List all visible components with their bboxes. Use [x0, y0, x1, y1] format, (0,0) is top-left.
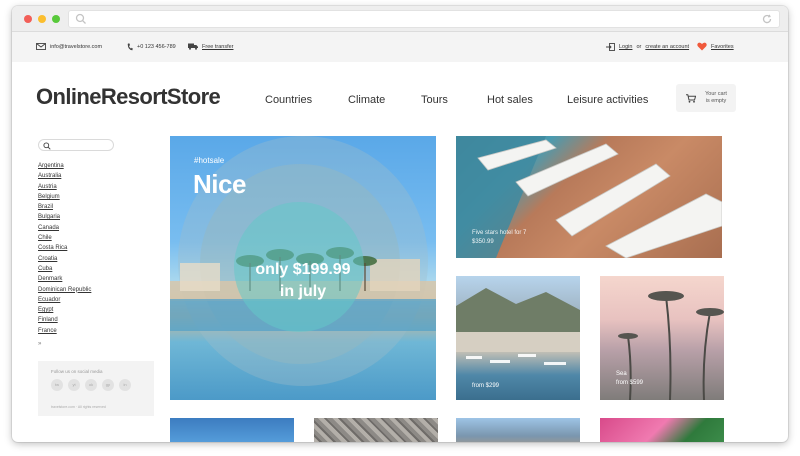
login-icon — [606, 43, 615, 51]
instagram-icon[interactable]: in — [119, 379, 131, 391]
browser-toolbar — [12, 6, 788, 32]
list-item: Denmark — [38, 274, 91, 284]
nav-climate[interactable]: Climate — [348, 94, 385, 106]
country-link[interactable]: Croatia — [38, 256, 57, 262]
offer-tile[interactable] — [170, 418, 294, 442]
country-link[interactable]: Bulgaria — [38, 214, 60, 220]
country-link[interactable]: Australia — [38, 173, 61, 179]
close-window-button[interactable] — [24, 15, 32, 23]
favorites-text: Favorites — [711, 43, 734, 50]
pool-hotel-tile[interactable]: Five stars hotel for 7 $350.99 — [456, 136, 722, 258]
phone-contact[interactable]: +0 123 456-789 — [127, 43, 176, 51]
email-contact[interactable]: info@travelstore.com — [36, 43, 102, 50]
list-item: Dominican Republic — [38, 285, 91, 295]
list-item: Belgium — [38, 192, 91, 202]
country-link[interactable]: Austria — [38, 184, 57, 190]
phone-icon — [127, 43, 133, 51]
country-list: Argentina Australia Austria Belgium Braz… — [38, 161, 91, 336]
email-text: info@travelstore.com — [50, 43, 103, 50]
follow-label: Follow us on social media — [51, 369, 103, 374]
country-link[interactable]: France — [38, 328, 57, 334]
twitter-icon[interactable]: tw — [51, 379, 63, 391]
list-item: Argentina — [38, 161, 91, 171]
hotsale-tag: #hotsale — [194, 156, 225, 165]
country-link[interactable]: Belgium — [38, 194, 60, 200]
address-bar[interactable] — [68, 10, 780, 28]
free-transfer-link[interactable]: Free transfer — [188, 43, 233, 50]
sidebar-search-input[interactable] — [38, 139, 114, 151]
country-link[interactable]: Egypt — [38, 307, 53, 313]
palms-caption: Sea from $599 — [616, 371, 644, 386]
country-link[interactable]: Brazil — [38, 204, 53, 210]
list-item: Croatia — [38, 254, 91, 264]
social-media-box: Follow us on social media tw yt ok gp in… — [38, 361, 154, 416]
create-account-link[interactable]: create an account — [645, 44, 689, 50]
site-logo[interactable]: OnlineResortStore — [36, 84, 221, 110]
country-link[interactable]: Denmark — [38, 276, 62, 282]
cart-icon — [686, 94, 696, 103]
heart-icon — [697, 42, 707, 51]
free-transfer-text: Free transfer — [202, 43, 234, 50]
list-item: Chile — [38, 233, 91, 243]
show-more-countries[interactable]: » — [38, 341, 41, 347]
hero-price: only $199.99 — [255, 261, 351, 278]
cart-status: Your cart is empty — [705, 91, 727, 104]
harbor-price: from $299 — [472, 383, 500, 389]
list-item: Austria — [38, 182, 91, 192]
account-links: Login or create an account — [606, 43, 689, 51]
top-info-bar: info@travelstore.com +0 123 456-789 Free… — [12, 32, 788, 62]
palms-tile[interactable]: Sea from $599 — [600, 276, 724, 400]
list-item: Brazil — [38, 202, 91, 212]
cart-button[interactable]: Your cart is empty — [676, 84, 736, 112]
country-link[interactable]: Cuba — [38, 266, 52, 272]
list-item: France — [38, 326, 91, 336]
list-item: Cuba — [38, 264, 91, 274]
country-link[interactable]: Dominican Republic — [38, 287, 91, 293]
country-link[interactable]: Finland — [38, 317, 58, 323]
country-link[interactable]: Argentina — [38, 163, 64, 169]
country-link[interactable]: Chile — [38, 235, 52, 241]
nav-leisure-activities[interactable]: Leisure activities — [567, 94, 648, 106]
nav-tours[interactable]: Tours — [421, 94, 448, 106]
login-link[interactable]: Login — [619, 44, 632, 50]
youtube-icon[interactable]: yt — [68, 379, 80, 391]
list-item: Finland — [38, 315, 91, 325]
country-link[interactable]: Ecuador — [38, 297, 60, 303]
maximize-window-button[interactable] — [52, 15, 60, 23]
copyright-text: travelstore.com · All rights reserved — [51, 405, 106, 409]
minimize-window-button[interactable] — [38, 15, 46, 23]
envelope-icon — [36, 43, 46, 50]
hot-sale-tile-nice[interactable]: #hotsale Nice only $199.99 in july — [170, 136, 436, 400]
list-item: Canada — [38, 223, 91, 233]
hero-period: in july — [279, 283, 327, 300]
reload-icon[interactable] — [761, 13, 773, 25]
odnoklassniki-icon[interactable]: ok — [85, 379, 97, 391]
offer-tile[interactable] — [600, 418, 724, 442]
country-link[interactable]: Costa Rica — [38, 245, 67, 251]
list-item: Bulgaria — [38, 212, 91, 222]
google-plus-icon[interactable]: gp — [102, 379, 114, 391]
nav-hot-sales[interactable]: Hot sales — [487, 94, 533, 106]
offer-tile[interactable] — [314, 418, 438, 442]
pool-caption: Five stars hotel for 7 $350.99 — [472, 230, 527, 245]
country-link[interactable]: Canada — [38, 225, 59, 231]
favorites-link[interactable]: Favorites — [697, 42, 734, 51]
browser-window: info@travelstore.com +0 123 456-789 Free… — [12, 6, 788, 442]
hero-city-title: Nice — [193, 169, 246, 199]
list-item: Australia — [38, 171, 91, 181]
phone-text: +0 123 456-789 — [137, 44, 176, 50]
or-text: or — [636, 44, 642, 50]
list-item: Costa Rica — [38, 243, 91, 253]
nav-countries[interactable]: Countries — [265, 94, 312, 106]
truck-icon — [188, 43, 198, 50]
offer-tile[interactable] — [456, 418, 580, 442]
search-icon — [75, 13, 86, 24]
social-icons: tw yt ok gp in — [51, 379, 131, 391]
search-icon — [43, 142, 51, 150]
harbor-tile[interactable]: from $299 — [456, 276, 580, 400]
list-item: Egypt — [38, 305, 91, 315]
list-item: Ecuador — [38, 295, 91, 305]
